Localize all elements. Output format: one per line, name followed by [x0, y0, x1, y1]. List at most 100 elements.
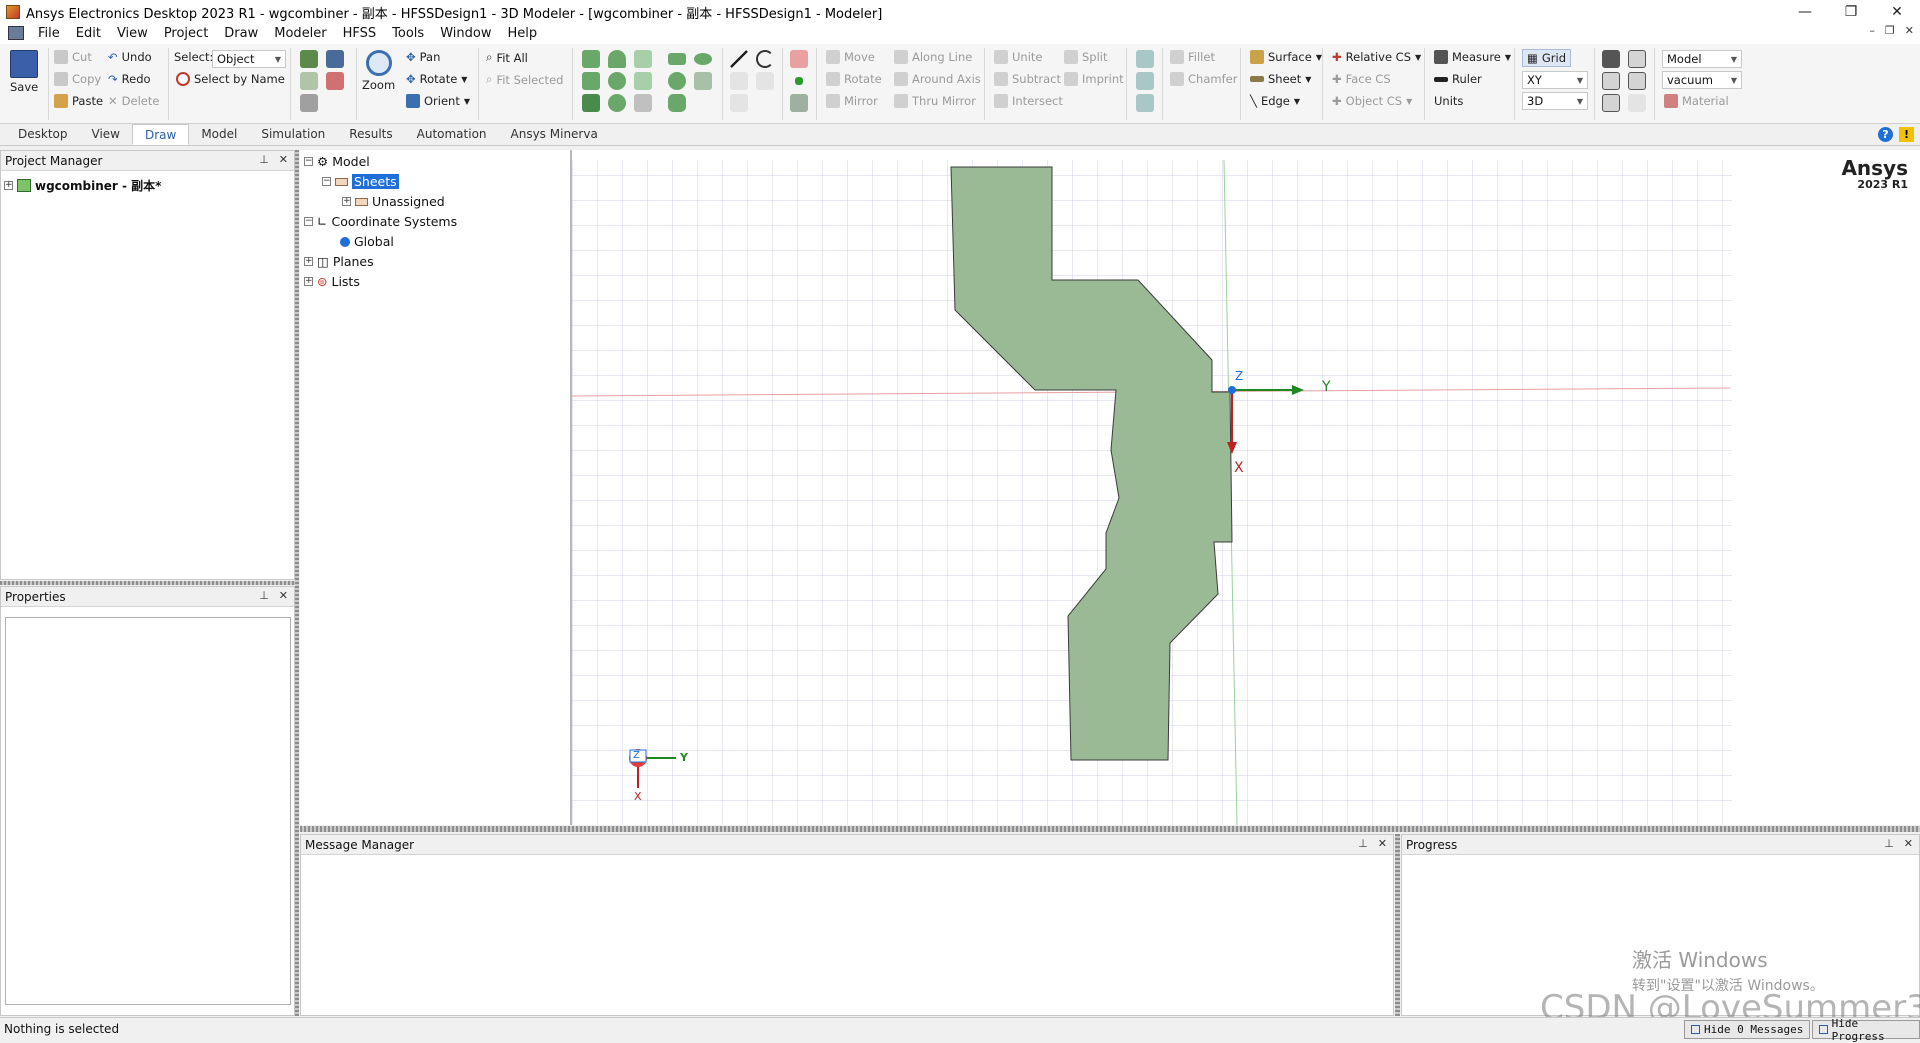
pan-button[interactable]: ✥ Pan: [406, 50, 440, 64]
orient-button[interactable]: Orient ▼: [406, 94, 470, 108]
box-icon[interactable]: [582, 50, 600, 68]
tree-global[interactable]: Global: [340, 234, 394, 249]
bondwire-icon[interactable]: [634, 94, 652, 112]
model-type-dropdown[interactable]: Model ▼: [1662, 50, 1742, 68]
horizontal-splitter[interactable]: [0, 581, 295, 585]
help-icon[interactable]: ?: [1878, 127, 1893, 142]
select-vertices-icon[interactable]: [326, 72, 344, 90]
bottom-splitter[interactable]: [300, 826, 1920, 832]
circle-icon[interactable]: [668, 72, 686, 90]
mirror-button[interactable]: Mirror: [826, 94, 878, 108]
tab-draw[interactable]: Draw: [131, 124, 190, 145]
polyline-icon[interactable]: [730, 94, 748, 112]
hide-progress-button[interactable]: Hide Progress: [1812, 1017, 1920, 1043]
spline-icon[interactable]: [730, 72, 748, 90]
measure-button[interactable]: Measure ▼: [1434, 50, 1511, 64]
tree-lists[interactable]: + ⊜ Lists: [304, 274, 360, 289]
fit-selected-button[interactable]: ⌕ Fit Selected: [486, 72, 563, 87]
menu-hfss[interactable]: HFSS: [335, 26, 385, 41]
surface-button[interactable]: Surface ▼: [1250, 50, 1322, 64]
subtract-button[interactable]: Subtract: [994, 72, 1061, 86]
minimize-button[interactable]: —: [1782, 0, 1828, 24]
spiral-icon[interactable]: [634, 72, 652, 90]
rotate-view-button[interactable]: ✥ Rotate ▼: [406, 72, 467, 86]
equation-curve-icon[interactable]: [756, 72, 774, 90]
paste-button[interactable]: Paste: [54, 94, 103, 108]
regular-polygon-icon[interactable]: [668, 94, 686, 112]
split-button[interactable]: Split: [1064, 50, 1108, 64]
menu-view[interactable]: View: [109, 26, 156, 41]
tab-ansys-minerva[interactable]: Ansys Minerva: [499, 124, 610, 145]
snap-quadrant-icon[interactable]: [1628, 94, 1646, 112]
collapse-icon[interactable]: −: [304, 157, 313, 166]
ellipse-icon[interactable]: [694, 53, 712, 65]
hide-messages-button[interactable]: Hide 0 Messages: [1684, 1020, 1811, 1039]
torus-icon[interactable]: [608, 94, 626, 112]
cylinder-icon[interactable]: [582, 72, 600, 90]
user-defined-primitive-icon[interactable]: [790, 50, 808, 68]
rectangle-icon[interactable]: [668, 53, 686, 65]
face-cs-button[interactable]: ✚ Face CS: [1332, 72, 1391, 86]
menu-modeler[interactable]: Modeler: [266, 26, 334, 41]
pin-icon[interactable]: ⊥: [259, 589, 269, 602]
snap-edge-icon[interactable]: [1602, 72, 1620, 90]
message-progress-splitter[interactable]: [1395, 834, 1400, 1016]
helix-icon[interactable]: [634, 50, 652, 68]
menu-tools[interactable]: Tools: [384, 26, 432, 41]
close-button[interactable]: ✕: [1874, 0, 1920, 24]
expand-icon[interactable]: +: [4, 181, 13, 190]
move-button[interactable]: Move: [826, 50, 875, 64]
tab-model[interactable]: Model: [189, 124, 249, 145]
snap-grid-icon[interactable]: [1602, 50, 1620, 68]
object-cs-button[interactable]: ✚ Object CS ▼: [1332, 94, 1412, 108]
tree-planes[interactable]: + ◫ Planes: [304, 254, 374, 269]
chamfer-button[interactable]: Chamfer: [1170, 72, 1237, 86]
tree-sheets[interactable]: − Sheets: [322, 174, 399, 189]
fit-all-button[interactable]: ⌕ Fit All: [486, 50, 528, 65]
collapse-icon[interactable]: −: [322, 177, 331, 186]
redo-button[interactable]: ↷ Redo: [108, 72, 151, 86]
expand-icon[interactable]: +: [304, 257, 313, 266]
sheet-button[interactable]: Sheet ▼: [1250, 72, 1311, 86]
maximize-button[interactable]: ❐: [1828, 0, 1874, 24]
undo-button[interactable]: ↶ Undo: [108, 50, 152, 64]
relative-cs-button[interactable]: ✚ Relative CS ▼: [1332, 50, 1421, 64]
viewport-canvas[interactable]: [572, 150, 1920, 825]
tab-automation[interactable]: Automation: [405, 124, 499, 145]
rotate-object-button[interactable]: Rotate: [826, 72, 882, 86]
tab-view[interactable]: View: [80, 124, 132, 145]
warning-icon[interactable]: !: [1899, 127, 1914, 142]
edge-button[interactable]: ╲ Edge ▼: [1250, 94, 1300, 108]
delete-button[interactable]: ✕ Delete: [108, 94, 159, 108]
units-button[interactable]: Units: [1434, 94, 1463, 108]
close-icon[interactable]: ✕: [1904, 837, 1913, 850]
close-icon[interactable]: ✕: [279, 153, 288, 166]
collapse-icon[interactable]: −: [304, 217, 313, 226]
tree-unassigned[interactable]: + Unassigned: [342, 194, 445, 209]
grid-button[interactable]: ▦ Grid: [1522, 49, 1572, 67]
select-faces-icon[interactable]: [326, 50, 344, 68]
material-button[interactable]: Material: [1664, 94, 1729, 108]
cut-button[interactable]: Cut: [54, 50, 92, 64]
tab-simulation[interactable]: Simulation: [249, 124, 337, 145]
expand-icon[interactable]: +: [304, 277, 313, 286]
unite-button[interactable]: Unite: [994, 50, 1043, 64]
along-line-button[interactable]: Along Line: [894, 50, 972, 64]
plane-icon[interactable]: [790, 94, 808, 112]
drawing-mode-dropdown[interactable]: 3D ▼: [1522, 92, 1588, 110]
menu-help[interactable]: Help: [499, 26, 545, 41]
imprint-button[interactable]: Imprint: [1064, 72, 1124, 86]
menu-edit[interactable]: Edit: [68, 26, 109, 41]
tree-model[interactable]: − ⚙ Model: [304, 154, 370, 169]
line-icon[interactable]: [730, 50, 748, 68]
snap-face-icon[interactable]: [1628, 72, 1646, 90]
around-axis-button[interactable]: Around Axis: [894, 72, 981, 86]
intersect-button[interactable]: Intersect: [994, 94, 1063, 108]
project-tree-item[interactable]: + wgcombiner - 副本*: [4, 177, 161, 194]
menu-draw[interactable]: Draw: [216, 26, 266, 41]
select-mode-dropdown[interactable]: Object ▼: [212, 50, 286, 68]
pin-icon[interactable]: ⊥: [1884, 837, 1894, 850]
close-icon[interactable]: ✕: [279, 589, 288, 602]
arc-icon[interactable]: [756, 50, 774, 68]
tab-results[interactable]: Results: [337, 124, 404, 145]
